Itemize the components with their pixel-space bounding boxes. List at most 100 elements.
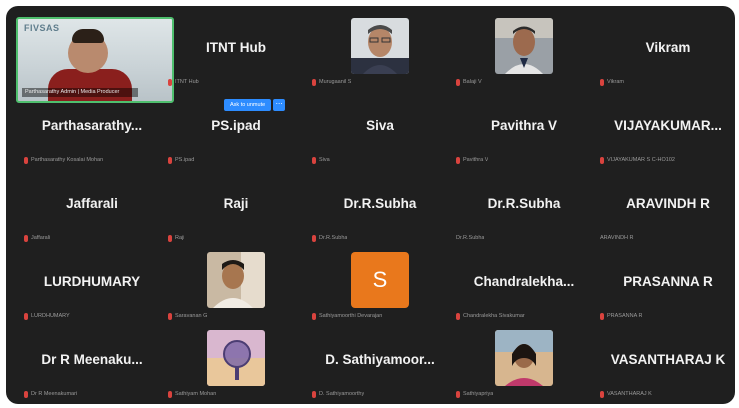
participant-sub: Dr R Meenakumari [31, 391, 78, 397]
participant-label: VIJAYAKUMAR S C-HO102 [600, 155, 735, 165]
participant-grid: FIVSAS Parthasarathy Admin | Media Produ… [16, 12, 735, 402]
avatar-initial: S [351, 252, 409, 308]
participant-tile[interactable]: LURDHUMARY LURDHUMARY [20, 246, 164, 324]
ask-to-unmute-tooltip[interactable]: Ask to unmute ⋯ [224, 99, 286, 111]
participant-tile[interactable]: Sathiyam Mohan [164, 324, 308, 402]
participant-tile[interactable]: S Sathiyamoorthi Devarajan [308, 246, 452, 324]
participant-label: Siva [312, 155, 448, 165]
participant-name: Jaffarali [66, 196, 118, 211]
participant-label: D. Sathiyamoorthy [312, 389, 448, 399]
participant-name: VIJAYAKUMAR... [614, 118, 722, 133]
participant-tile[interactable]: Murugaanil S [308, 12, 452, 90]
participant-sub: ARAVINDH R [600, 235, 634, 241]
participant-tile[interactable]: Vikram Vikram [596, 12, 735, 90]
participant-tile[interactable]: Pavithra V Pavithra V [452, 90, 596, 168]
mic-muted-icon [168, 78, 172, 86]
mic-muted-icon [24, 390, 28, 398]
participant-sub: Dr.R.Subha [319, 235, 348, 241]
participant-sub: VASANTHARAJ K [607, 391, 652, 397]
participant-label: ARAVINDH R [600, 233, 735, 243]
participant-name: Chandralekha... [473, 274, 575, 289]
participant-sub: Pavithra V [463, 157, 489, 163]
participant-name: PS.ipad [211, 118, 261, 133]
participant-sub: PS.ipad [175, 157, 195, 163]
mic-muted-icon [456, 312, 460, 320]
participant-sub: Parthasarathy Kosalai Mohan [31, 157, 104, 163]
participant-tile[interactable]: ARAVINDH R ARAVINDH R [596, 168, 735, 246]
participant-tile[interactable]: PRASANNA R PRASANNA R [596, 246, 735, 324]
mic-muted-icon [24, 312, 28, 320]
participant-label: Balaji V [456, 77, 592, 87]
participant-sub: Jaffarali [31, 235, 51, 241]
participant-tile[interactable]: Saravanan G [164, 246, 308, 324]
mic-muted-icon [312, 390, 316, 398]
participant-tile[interactable]: Jaffarali Jaffarali [20, 168, 164, 246]
participant-tile[interactable]: VASANTHARAJ K VASANTHARAJ K [596, 324, 735, 402]
mic-muted-icon [168, 234, 172, 242]
man-glasses-icon [351, 18, 409, 74]
participant-tile[interactable]: Balaji V [452, 12, 596, 90]
participant-label: Vikram [600, 77, 735, 87]
mic-muted-icon [600, 156, 604, 164]
participant-tile[interactable]: Chandralekha... Chandralekha Sivakumar [452, 246, 596, 324]
participant-name: Dr R Meenaku... [41, 352, 143, 367]
participant-label: ITNT Hub [168, 77, 304, 87]
mic-muted-icon [168, 312, 172, 320]
participant-tile[interactable]: Siva Siva [308, 90, 452, 168]
participant-tile[interactable]: Dr.R.Subha Dr.R.Subha [308, 168, 452, 246]
participant-name: LURDHUMARY [43, 274, 141, 289]
more-options-icon[interactable]: ⋯ [273, 99, 286, 111]
participant-sub: ITNT Hub [175, 79, 199, 85]
participant-name: Raji [223, 196, 249, 211]
woman-portrait-icon [495, 330, 553, 386]
participant-label: VASANTHARAJ K [600, 389, 735, 399]
participant-name: Parthasarathy... [41, 118, 143, 133]
participant-name: Dr.R.Subha [343, 196, 417, 211]
mic-muted-icon [456, 156, 460, 164]
participant-sub: PRASANNA R [607, 313, 643, 319]
participant-sub: D. Sathiyamoorthy [319, 391, 365, 397]
participant-tile[interactable]: Raji Raji [164, 168, 308, 246]
participant-name: D. Sathiyamoor... [325, 352, 435, 367]
participant-label: PRASANNA R [600, 311, 735, 321]
participant-tile[interactable]: Dr R Meenaku... Dr R Meenakumari [20, 324, 164, 402]
participant-name: ITNT Hub [206, 40, 266, 55]
mic-muted-icon [600, 78, 604, 86]
mic-muted-icon [168, 156, 172, 164]
participant-label: Dr R Meenakumari [24, 389, 160, 399]
participant-tile[interactable]: Parthasarathy... Parthasarathy Kosalai M… [20, 90, 164, 168]
participant-tile-self[interactable]: FIVSAS Parthasarathy Admin | Media Produ… [16, 12, 174, 103]
participant-tile[interactable]: VIJAYAKUMAR... VIJAYAKUMAR S C-HO102 [596, 90, 735, 168]
participant-label: LURDHUMARY [24, 311, 160, 321]
mic-muted-icon [600, 390, 604, 398]
participant-label: Jaffarali [24, 233, 160, 243]
participant-sub: Sathiyapriya [463, 391, 494, 397]
participant-sub: VIJAYAKUMAR S C-HO102 [607, 157, 675, 163]
mic-muted-icon [24, 234, 28, 242]
ask-to-unmute-button[interactable]: Ask to unmute [224, 99, 272, 111]
participant-label: Murugaanil S [312, 77, 448, 87]
mic-muted-icon [312, 312, 316, 320]
participant-tile[interactable]: Sathiyapriya [452, 324, 596, 402]
participant-sub: Dr.R.Subha [456, 235, 485, 241]
man-portrait-icon [495, 18, 553, 74]
mic-muted-icon [312, 234, 316, 242]
participant-label: Sathiyam Mohan [168, 389, 304, 399]
participant-sub: Siva [319, 157, 330, 163]
participant-name: Dr.R.Subha [487, 196, 561, 211]
participant-label: Sathiyamoorthi Devarajan [312, 311, 448, 321]
participant-label: Raji [168, 233, 304, 243]
participant-sub: Sathiyam Mohan [175, 391, 217, 397]
mic-muted-icon [312, 78, 316, 86]
participant-sub: LURDHUMARY [31, 313, 70, 319]
participant-name: PRASANNA R [623, 274, 713, 289]
mic-muted-icon [600, 312, 604, 320]
video-person-hair [72, 29, 104, 43]
participant-sub: Balaji V [463, 79, 482, 85]
participant-name: Pavithra V [490, 118, 558, 133]
participant-tile[interactable]: Dr.R.Subha Dr.R.Subha [452, 168, 596, 246]
participant-tile[interactable]: D. Sathiyamoor... D. Sathiyamoorthy [308, 324, 452, 402]
participant-tile[interactable]: ITNT Hub ITNT Hub [164, 12, 308, 90]
participant-name: ARAVINDH R [626, 196, 710, 211]
participant-sub: Raji [175, 235, 185, 241]
